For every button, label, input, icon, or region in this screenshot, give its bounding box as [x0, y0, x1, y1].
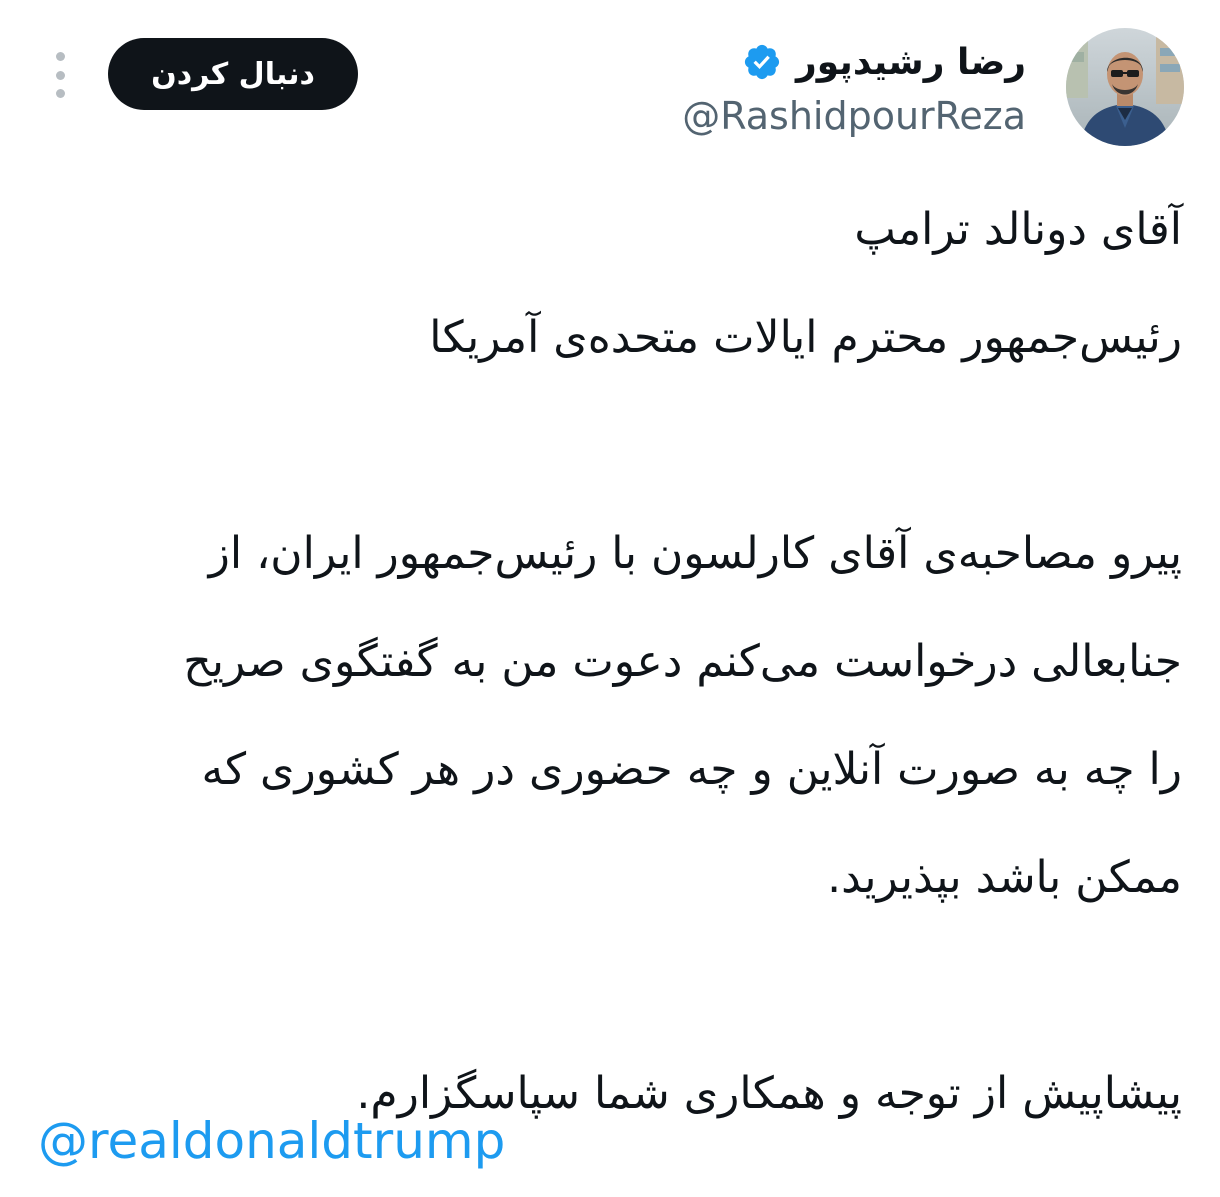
user-info: رضا رشیدپور @RashidpourReza [426, 34, 1026, 139]
follow-button[interactable]: دنبال کردن [108, 38, 358, 110]
tweet-card: دنبال کردن رضا رشیدپور @RashidpourReza آ… [0, 0, 1220, 1197]
avatar[interactable] [1066, 28, 1184, 146]
more-vertical-icon-dot [55, 70, 65, 80]
tweet-line: رئیس‌جمهور محترم ایالات متحده‌ی آمریکا [429, 312, 1182, 363]
more-vertical-icon-dot [55, 89, 65, 98]
tweet-line: را چه به صورت آنلاین و چه حضوری در هر کش… [201, 744, 1182, 795]
more-options-button[interactable] [46, 52, 74, 98]
mention-link[interactable]: @realdonaldtrump [38, 1112, 505, 1170]
more-vertical-icon [55, 52, 65, 61]
verified-badge-icon [744, 44, 780, 80]
tweet-line: آقای دونالد ترامپ [854, 204, 1182, 255]
tweet-line: ممکن باشد بپذیرید. [827, 852, 1182, 903]
profile-photo [1066, 28, 1184, 146]
name-row: رضا رشیدپور [426, 34, 1026, 90]
user-handle[interactable]: @RashidpourReza [426, 94, 1026, 138]
tweet-line: جنابعالی درخواست می‌کنم دعوت من به گفتگو… [183, 636, 1182, 687]
tweet-line: پیرو مصاحبه‌ی آقای کارلسون با رئیس‌جمهور… [208, 528, 1182, 579]
tweet-text: آقای دونالد ترامپ رئیس‌جمهور محترم ایالا… [32, 176, 1182, 1148]
display-name[interactable]: رضا رشیدپور [796, 42, 1026, 83]
